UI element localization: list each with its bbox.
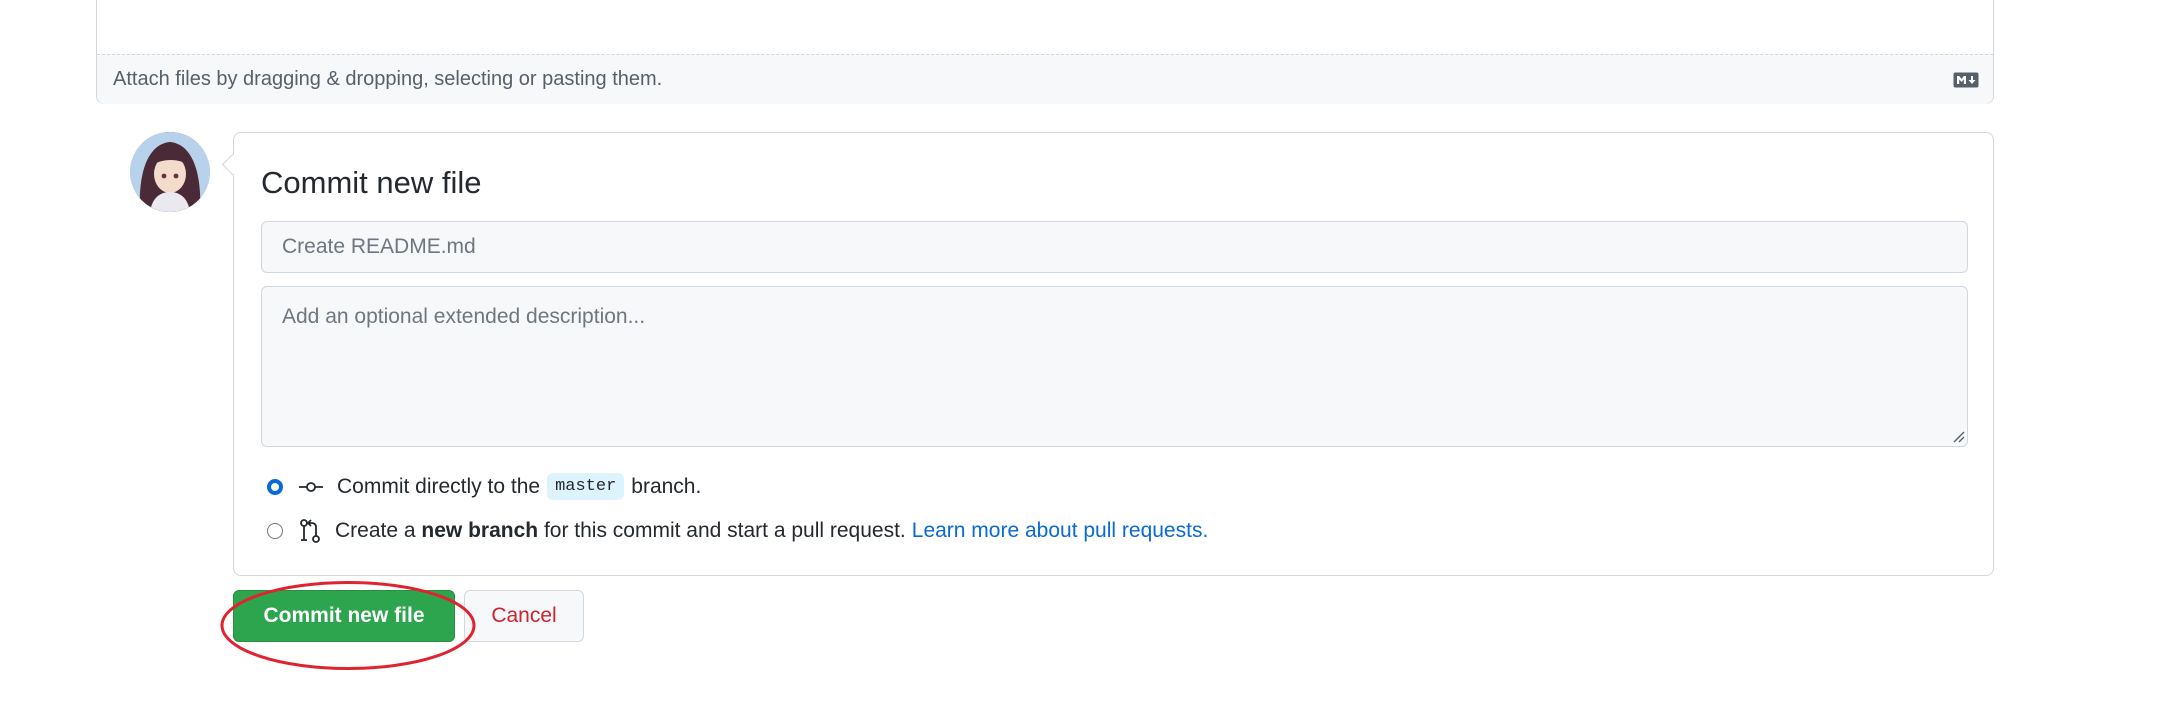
cancel-button[interactable]: Cancel [464, 590, 584, 642]
new-branch-bold: new branch [421, 519, 539, 542]
git-pull-request-icon [299, 519, 321, 543]
file-editor[interactable]: Attach files by dragging & dropping, sel… [96, 0, 1994, 104]
markdown-icon[interactable] [1953, 71, 1979, 94]
learn-more-pull-requests-link[interactable]: Learn more about pull requests. [912, 519, 1209, 543]
new-branch-prefix: Create a [335, 519, 416, 542]
attach-files-bar[interactable]: Attach files by dragging & dropping, sel… [97, 54, 1993, 104]
commit-direct-radio[interactable] [267, 478, 283, 495]
new-branch-radio[interactable] [267, 523, 283, 539]
new-branch-suffix: for this commit and start a pull request… [543, 519, 906, 542]
commit-new-file-button[interactable]: Commit new file [233, 590, 455, 642]
commit-description-textarea[interactable] [261, 286, 1968, 447]
commit-direct-prefix: Commit directly to the [337, 474, 541, 498]
new-branch-option[interactable]: Create a new branch for this commit and … [267, 519, 1208, 543]
commit-form: Commit new file Commit directly to the m… [233, 132, 1994, 576]
branch-name-badge: master [547, 473, 625, 500]
resize-handle-icon[interactable] [1949, 427, 1965, 443]
commit-direct-suffix: branch. [631, 474, 702, 498]
commit-summary-input[interactable] [261, 221, 1968, 273]
avatar[interactable] [130, 132, 210, 212]
commit-direct-option[interactable]: Commit directly to the master branch. [267, 473, 701, 500]
commit-form-title: Commit new file [261, 165, 482, 200]
attach-files-hint: Attach files by dragging & dropping, sel… [113, 68, 663, 90]
git-commit-icon [299, 479, 323, 495]
